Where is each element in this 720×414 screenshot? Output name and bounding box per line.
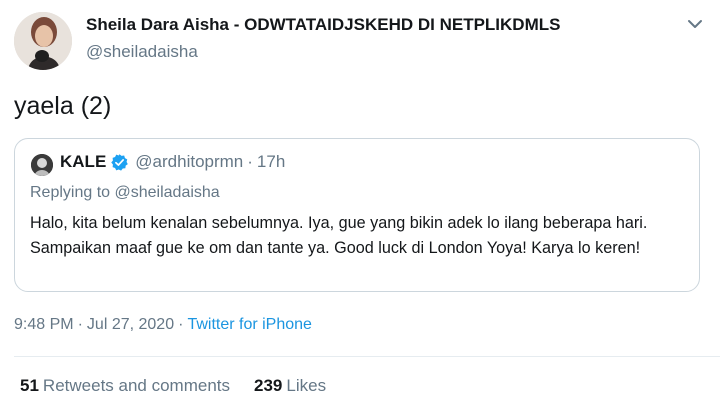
retweets-count: 51: [20, 376, 39, 395]
tweet-date[interactable]: Jul 27, 2020: [87, 316, 174, 333]
author-name[interactable]: Sheila Dara Aisha - ODWTATAIDJSKEHD DI N…: [86, 15, 560, 35]
quoted-avatar[interactable]: [31, 154, 53, 176]
replying-prefix: Replying to: [30, 184, 111, 201]
quoted-handle[interactable]: @ardhitoprmn: [135, 152, 243, 172]
tweet-stats: 51 Retweets and comments 239 Likes: [20, 376, 326, 396]
likes-stat[interactable]: 239 Likes: [254, 376, 326, 396]
quoted-replying-to: Replying to @sheiladaisha: [30, 184, 220, 202]
tweet-source-link[interactable]: Twitter for iPhone: [187, 316, 312, 333]
chevron-down-icon[interactable]: [683, 12, 707, 36]
verified-badge-icon: [110, 153, 129, 172]
tweet-text: yaela (2): [14, 92, 112, 120]
quoted-time[interactable]: 17h: [257, 152, 285, 172]
quoted-header: KALE @ardhitoprmn · 17h: [60, 152, 285, 172]
quoted-avatar-photo: [31, 154, 53, 176]
likes-count: 239: [254, 376, 283, 395]
meta-separator-1: ·: [77, 316, 83, 333]
retweets-label: Retweets and comments: [42, 376, 231, 395]
avatar-photo: [14, 12, 72, 70]
quoted-separator: ·: [247, 152, 253, 171]
tweet-time[interactable]: 9:48 PM: [14, 316, 74, 333]
quoted-tweet[interactable]: KALE @ardhitoprmn · 17h Replying to @she…: [14, 138, 700, 292]
tweet: Sheila Dara Aisha - ODWTATAIDJSKEHD DI N…: [0, 0, 720, 414]
author-avatar[interactable]: [14, 12, 72, 70]
tweet-meta: 9:48 PM · Jul 27, 2020 · Twitter for iPhone: [14, 316, 312, 334]
author-handle[interactable]: @sheiladaisha: [86, 42, 198, 62]
likes-label: Likes: [286, 376, 327, 395]
replying-mention[interactable]: @sheiladaisha: [115, 184, 220, 201]
quoted-text: Halo, kita belum kenalan sebelumnya. Iya…: [30, 214, 648, 257]
divider: [14, 356, 720, 357]
retweets-stat[interactable]: 51 Retweets and comments: [20, 376, 230, 396]
quoted-name[interactable]: KALE: [60, 152, 106, 172]
meta-separator-2: ·: [178, 316, 184, 333]
